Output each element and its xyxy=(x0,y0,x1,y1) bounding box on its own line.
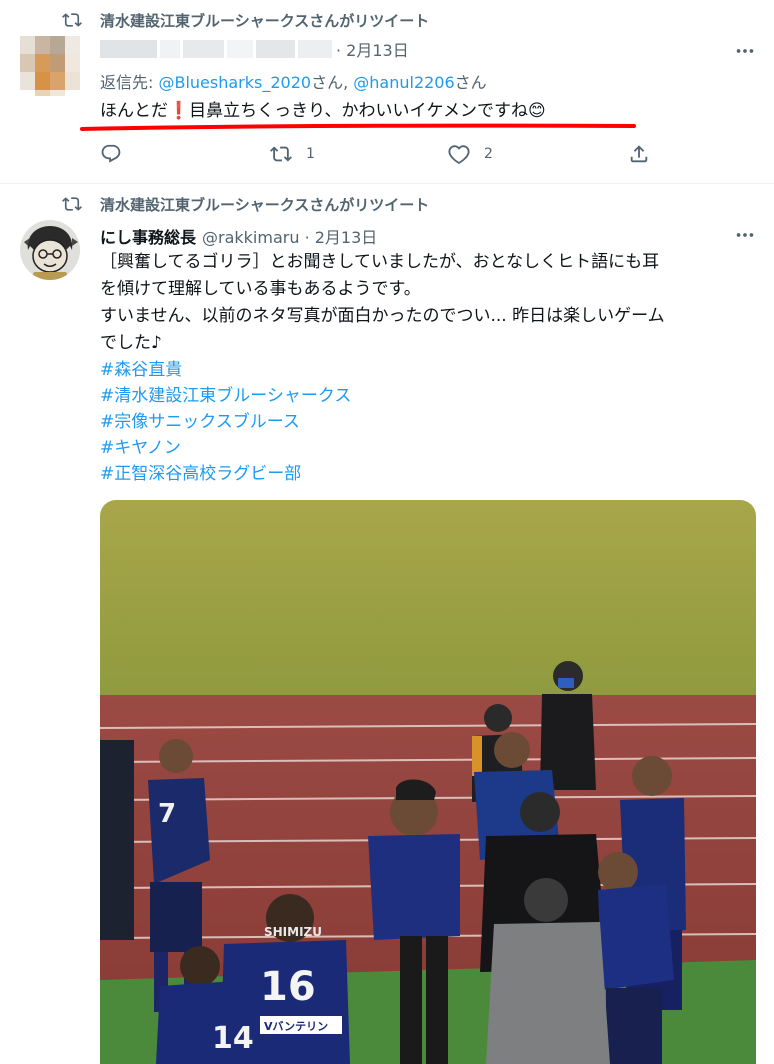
red-underline-annotation xyxy=(80,123,636,131)
mention-link[interactable]: @hanul2206 xyxy=(353,73,454,92)
share-icon xyxy=(630,145,648,163)
hashtag-link[interactable]: #正智深谷高校ラグビー部 xyxy=(100,461,760,487)
exclamation-emoji: ❗ xyxy=(168,101,190,121)
mention-suffix: さん xyxy=(454,73,487,92)
handle-and-date[interactable]: @rakkimaru · 2月13日 xyxy=(202,224,377,248)
tweet-meta: にし事務総長 @rakkimaru · 2月13日 xyxy=(100,224,377,248)
reply-to-line: 返信先: @Bluesharks_2020さん, @hanul2206さん xyxy=(100,69,487,93)
avatar[interactable] xyxy=(20,36,80,96)
retweet-label[interactable]: 清水建設江東ブルーシャークスさんがリツイート xyxy=(100,194,429,215)
retweet-label[interactable]: 清水建設江東ブルーシャークスさんがリツイート xyxy=(100,10,429,31)
tweet-text-part: 目鼻立ちくっきり、かわいいイケメンですね xyxy=(189,101,528,121)
jersey-number: 14 xyxy=(212,1021,254,1056)
tweet-body: ［興奮してるゴリラ］とお聞きしていましたが、おとなしくヒト語にも耳 を傾けて理解… xyxy=(100,249,760,487)
jersey-sponsor: Vバンテリン xyxy=(264,1020,328,1033)
reply-icon xyxy=(101,144,121,163)
tweet-photo[interactable]: 7 SHIMIZU 16 Vバンテリン 14 xyxy=(100,500,756,1064)
smile-emoji: 😊 xyxy=(527,101,546,121)
like-count: 2 xyxy=(484,146,493,162)
display-name[interactable]: にし事務総長 xyxy=(100,224,196,248)
hashtag-link[interactable]: #森谷直貴 xyxy=(100,357,760,383)
retweet-button[interactable]: 1 xyxy=(270,143,315,165)
hashtag-link[interactable]: #キヤノン xyxy=(100,435,760,461)
tweet-divider xyxy=(0,183,774,184)
jersey-number: 16 xyxy=(260,964,316,1010)
tweet-meta: · 2月13日 xyxy=(336,37,409,61)
tweet-text-line: ［興奮してるゴリラ］とお聞きしていましたが、おとなしくヒト語にも耳 xyxy=(100,252,660,272)
redacted-display-name xyxy=(100,40,332,58)
pixelated-avatar-image xyxy=(20,36,80,96)
jersey-number: 7 xyxy=(158,799,176,829)
reply-prefix: 返信先: xyxy=(100,73,159,92)
retweet-count: 1 xyxy=(306,146,315,162)
tweet-text-line: でした♪ xyxy=(100,333,162,353)
hashtag-link[interactable]: #宗像サニックスブルース xyxy=(100,409,760,435)
like-button[interactable]: 2 xyxy=(448,143,493,165)
like-icon xyxy=(448,145,470,164)
reply-button[interactable] xyxy=(100,143,122,165)
avatar[interactable] xyxy=(20,220,80,280)
tweet-text-line: すいません、以前のネタ写真が面白かったのでつい... 昨日は楽しいゲーム xyxy=(100,306,665,326)
tweet-text-part: ほんとだ xyxy=(100,101,168,121)
illustrated-avatar-image xyxy=(20,220,80,280)
share-button[interactable] xyxy=(628,143,650,165)
mention-link[interactable]: @Bluesharks_2020 xyxy=(158,73,311,92)
retweet-icon xyxy=(62,13,82,27)
jersey-team: SHIMIZU xyxy=(264,925,322,939)
retweet-icon xyxy=(270,146,292,162)
more-icon[interactable] xyxy=(734,224,756,246)
hashtag-link[interactable]: #清水建設江東ブルーシャークス xyxy=(100,383,760,409)
tweet-date[interactable]: · 2月13日 xyxy=(336,37,409,61)
mention-suffix: さん, xyxy=(311,73,354,92)
retweet-icon xyxy=(62,197,82,211)
more-icon[interactable] xyxy=(734,40,756,62)
tweet-text-line: を傾けて理解している事もあるようです。 xyxy=(100,279,421,299)
rugby-players-photo: 7 SHIMIZU 16 Vバンテリン 14 xyxy=(100,500,756,1064)
